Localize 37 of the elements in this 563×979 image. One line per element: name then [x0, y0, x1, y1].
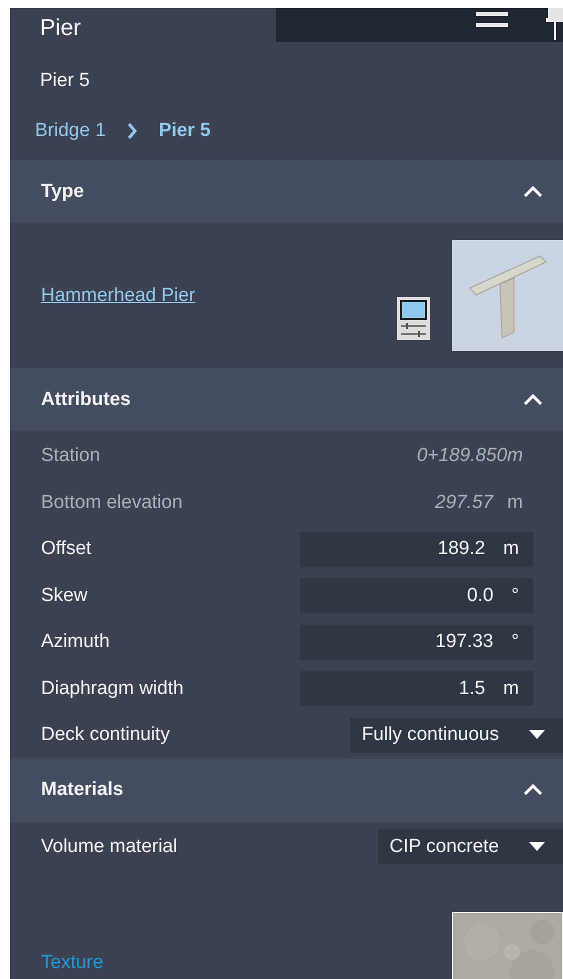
field-label: Offset [41, 538, 92, 560]
field-label: Azimuth [41, 631, 110, 654]
menu-icon[interactable] [476, 10, 508, 30]
field-label: Diaphragm width [41, 678, 184, 700]
panel-title: Pier [39, 13, 81, 42]
section-header[interactable]: Materials [10, 758, 563, 822]
input-field[interactable]: 189.2 m [300, 532, 533, 567]
object-name: Pier 5 [39, 69, 91, 93]
input-field[interactable]: 197.33 ° [300, 624, 533, 660]
section-header[interactable]: Type [10, 160, 563, 223]
section-header[interactable]: Attributes [10, 368, 563, 431]
settings-panel-icon[interactable] [397, 297, 430, 340]
field-value: 297.57 [435, 492, 494, 514]
field-label: Skew [41, 584, 88, 607]
chevron-icon[interactable] [523, 394, 543, 406]
dropdown[interactable]: CIP concrete [378, 829, 563, 864]
field-label: Bottom elevation [41, 492, 183, 514]
input-field[interactable]: 0.0 ° [300, 578, 533, 614]
field-value: 0+189.850m [416, 445, 523, 468]
caret-icon [529, 842, 545, 852]
field-label: Deck continuity [41, 724, 170, 746]
field-label: Volume material [41, 836, 178, 858]
chevron-icon[interactable] [523, 186, 543, 198]
chevron-icon[interactable] [523, 784, 543, 796]
input-field[interactable]: 1.5 m [300, 671, 533, 706]
breadcrumb-link[interactable]: Bridge 1 [35, 120, 106, 142]
section-title: Materials [41, 779, 124, 801]
breadcrumb-link[interactable]: Pier 5 [158, 120, 211, 142]
pin-icon[interactable] [546, 8, 563, 40]
dropdown[interactable]: Fully continuous [350, 718, 563, 753]
chevron-right-icon [128, 123, 137, 139]
caret-icon [529, 730, 545, 740]
type-link[interactable]: Hammerhead Pier [41, 284, 397, 306]
section-title: Type [41, 180, 84, 202]
field-label: Station [41, 445, 100, 468]
unit-label: m [507, 492, 523, 514]
section-title: Attributes [41, 388, 131, 410]
